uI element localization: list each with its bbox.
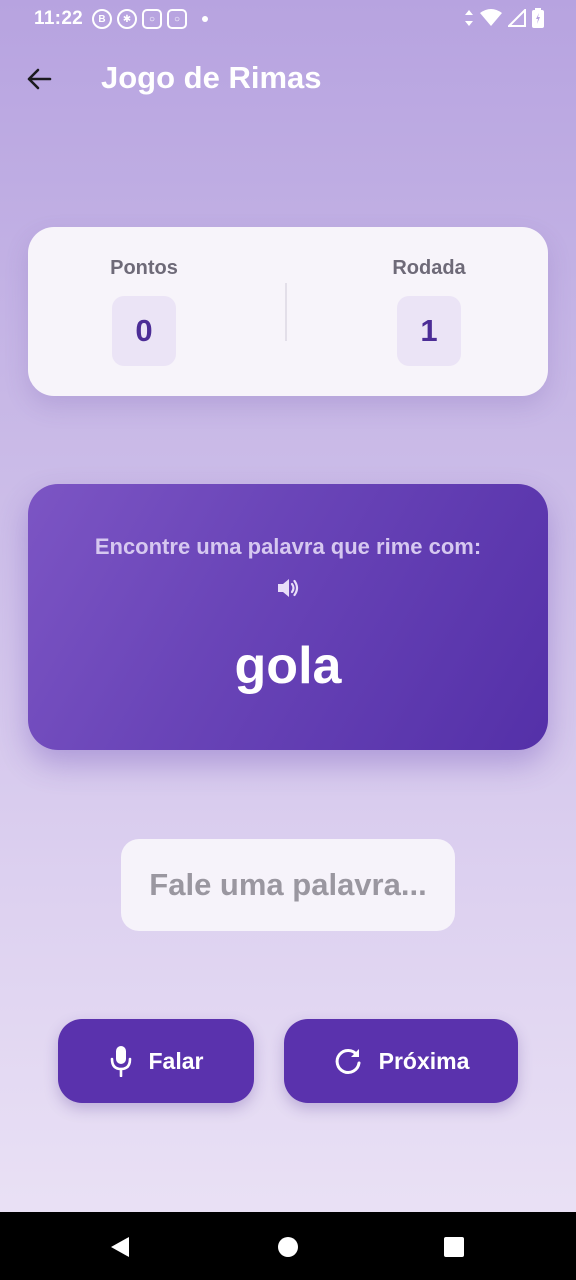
b-circle-icon: B bbox=[92, 9, 112, 29]
square-recent-icon bbox=[444, 1237, 464, 1257]
round-section: Rodada 1 bbox=[349, 257, 509, 366]
speak-button[interactable]: Falar bbox=[58, 1019, 254, 1103]
settings-badge-icon: ✱ bbox=[117, 9, 137, 29]
points-section: Pontos 0 bbox=[64, 257, 224, 366]
signal-icon bbox=[508, 9, 526, 27]
dot-icon bbox=[202, 16, 208, 22]
mic-icon bbox=[109, 1045, 133, 1077]
arrow-left-icon bbox=[27, 68, 52, 90]
challenge-prompt: Encontre uma palavra que rime com: bbox=[94, 534, 482, 559]
nav-recent-button[interactable] bbox=[441, 1234, 467, 1260]
battery-icon bbox=[532, 8, 544, 28]
volume-icon bbox=[278, 579, 299, 597]
answer-field[interactable]: Fale uma palavra... bbox=[121, 839, 455, 931]
round-label: Rodada bbox=[392, 257, 466, 279]
next-button[interactable]: Próxima bbox=[284, 1019, 518, 1103]
next-button-label: Próxima bbox=[378, 1047, 470, 1074]
nav-home-button[interactable] bbox=[275, 1234, 301, 1260]
instagram-icon: ○ bbox=[167, 9, 187, 29]
app-bar: Jogo de Rimas bbox=[0, 46, 576, 110]
system-icons bbox=[464, 8, 544, 28]
speak-button-label: Falar bbox=[148, 1047, 204, 1074]
refresh-icon bbox=[333, 1046, 363, 1076]
triangle-back-icon bbox=[111, 1237, 129, 1257]
page-title: Jogo de Rimas bbox=[101, 60, 322, 95]
points-label: Pontos bbox=[110, 257, 178, 279]
nav-back-button[interactable] bbox=[107, 1234, 133, 1260]
speaker-button[interactable] bbox=[274, 574, 302, 602]
notification-icons: B ✱ ○ ○ bbox=[92, 9, 208, 29]
challenge-card: Encontre uma palavra que rime com: gola bbox=[28, 484, 548, 750]
target-word: gola bbox=[234, 637, 342, 695]
status-bar: 11:22 B ✱ ○ ○ bbox=[0, 0, 576, 38]
circle-home-icon bbox=[278, 1237, 298, 1257]
data-arrows-icon bbox=[465, 10, 473, 26]
wifi-icon bbox=[480, 9, 502, 26]
round-value: 1 bbox=[397, 296, 461, 366]
back-button[interactable] bbox=[18, 58, 60, 100]
status-time: 11:22 bbox=[34, 8, 84, 29]
score-divider bbox=[285, 283, 287, 341]
answer-placeholder: Fale uma palavra... bbox=[149, 867, 427, 902]
system-nav-bar bbox=[0, 1212, 576, 1280]
instagram-icon: ○ bbox=[142, 9, 162, 29]
points-value: 0 bbox=[112, 296, 176, 366]
score-card: Pontos 0 Rodada 1 bbox=[28, 227, 548, 396]
